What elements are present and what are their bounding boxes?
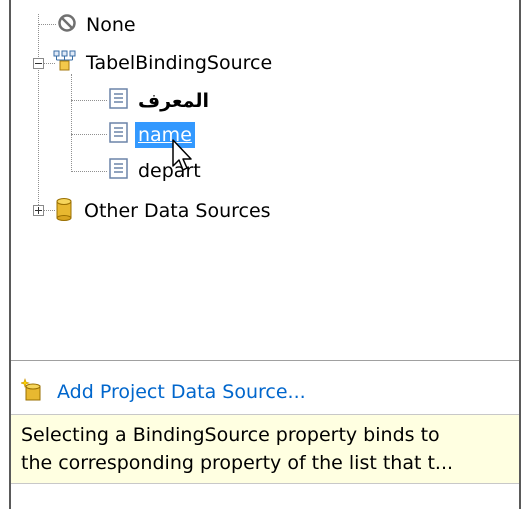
field-icon [109,157,129,185]
expand-toggle[interactable] [33,205,44,216]
data-source-tree: None TabelBindingSource المعرف name depa… [11,0,519,360]
tree-line-field-1 [71,100,107,101]
field-icon [109,121,129,149]
divider [11,360,519,361]
add-data-source-row[interactable]: Add Project Data Source... [11,372,519,412]
collapse-toggle[interactable] [33,58,44,69]
tree-item-none[interactable]: None [57,10,139,40]
tree-item-field-id[interactable]: المعرف [109,86,212,116]
tree-item-field-id-label: المعرف [138,90,209,112]
binding-source-icon [53,50,77,77]
tree-line-root [38,14,39,211]
database-icon [53,197,75,226]
tree-line-fields [71,74,72,172]
description-panel: Selecting a BindingSource property binds… [11,414,519,484]
tree-line-field-3 [71,171,107,172]
prohibited-icon [57,13,77,38]
mouse-cursor-icon [172,139,192,171]
tree-item-other-sources-label: Other Data Sources [84,200,271,222]
new-data-source-icon [20,378,43,406]
add-project-data-source-link[interactable]: Add Project Data Source... [57,381,306,403]
description-line-1: Selecting a BindingSource property binds… [21,424,440,446]
field-icon [109,87,129,115]
tree-line-none [38,24,56,25]
tree-item-binding-source-label: TabelBindingSource [86,52,273,74]
data-source-dropdown: None TabelBindingSource المعرف name depa… [9,0,521,509]
tree-line-field-2 [71,134,107,135]
description-line-2: the corresponding property of the list t… [21,452,454,474]
tree-item-none-label: None [86,14,136,36]
tree-item-other-sources[interactable]: Other Data Sources [53,196,274,226]
tree-item-binding-source[interactable]: TabelBindingSource [53,48,275,78]
